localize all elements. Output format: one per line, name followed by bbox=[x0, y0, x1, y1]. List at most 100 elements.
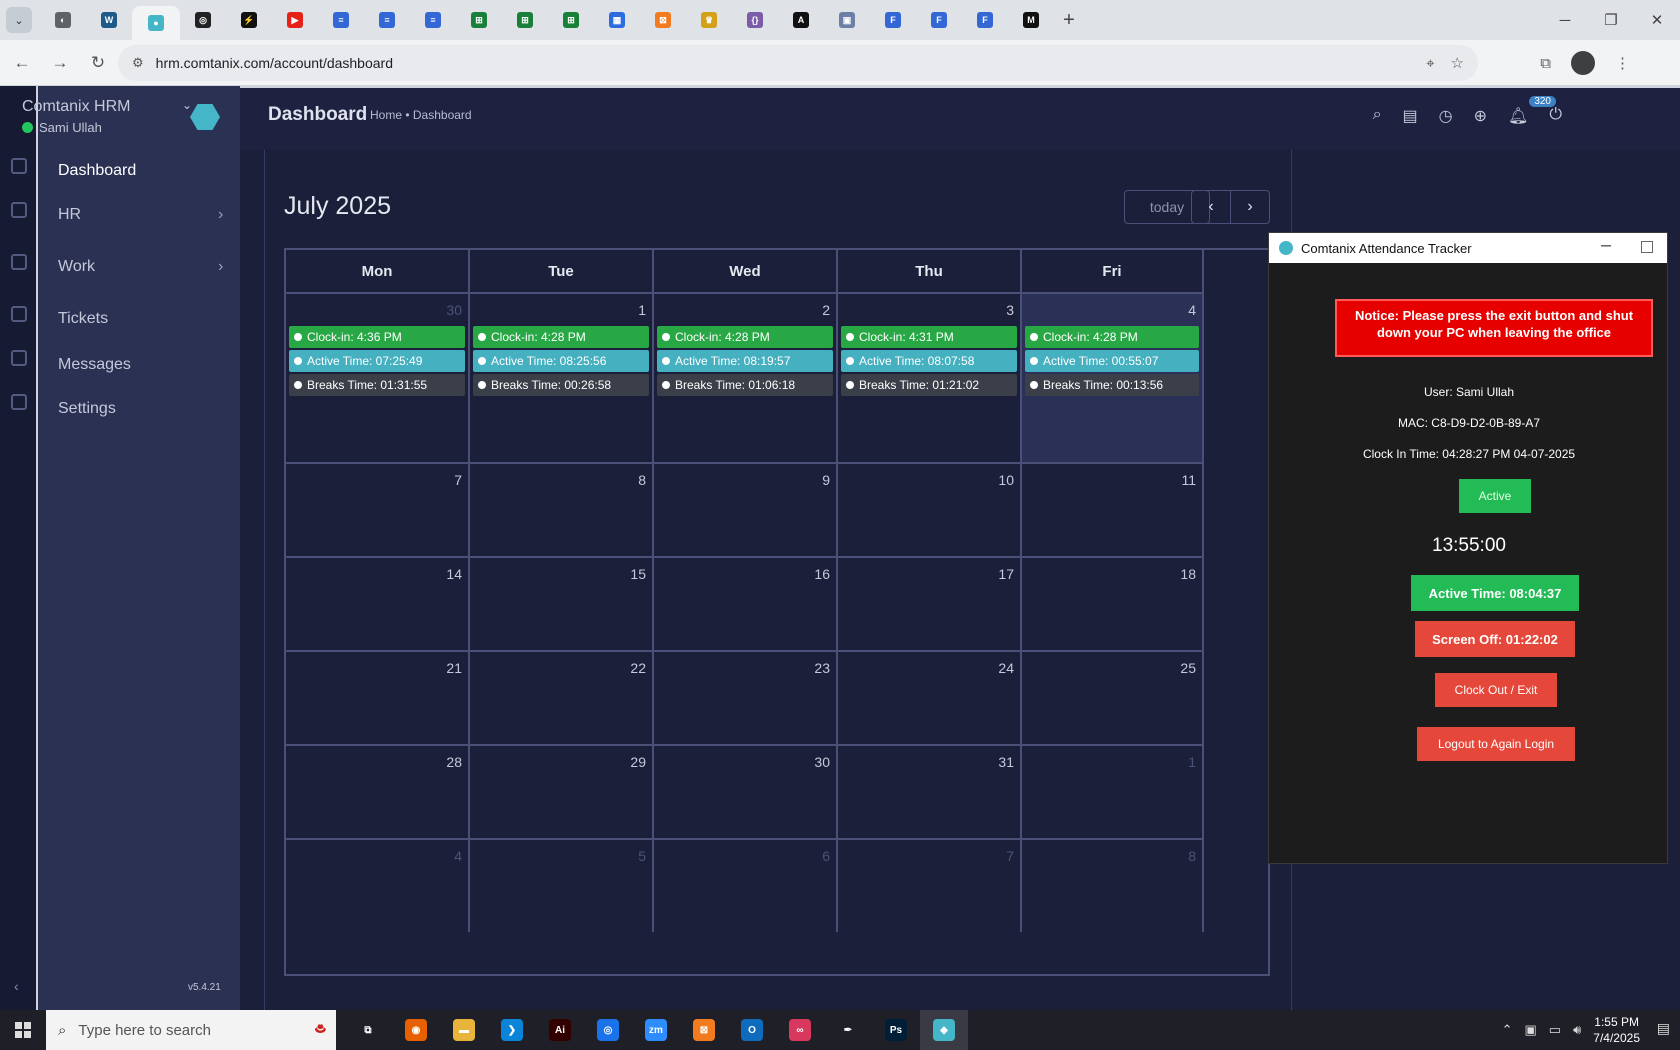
headset-icon[interactable] bbox=[11, 306, 27, 322]
calendar-day-cell[interactable]: 3 Clock-in: 4:31 PM Active Time: 08:07:58 B… bbox=[838, 292, 1022, 462]
browser-tab[interactable]: F bbox=[870, 5, 916, 35]
tray-app-icon[interactable]: ▣ bbox=[1524, 1022, 1536, 1038]
taskbar-app[interactable]: ◎ bbox=[584, 1010, 632, 1050]
new-tab-button[interactable]: + bbox=[1054, 5, 1084, 35]
day-number[interactable]: 9 bbox=[822, 472, 830, 488]
day-number[interactable]: 8 bbox=[638, 472, 646, 488]
calendar-day-cell[interactable]: 5 bbox=[470, 838, 654, 932]
prev-month-button[interactable]: ‹ bbox=[1191, 190, 1231, 224]
active-time-event[interactable]: Active Time: 08:19:57 bbox=[657, 350, 833, 372]
tracker-titlebar[interactable]: Comtanix Attendance Tracker ─ bbox=[1269, 233, 1667, 263]
day-number[interactable]: 30 bbox=[814, 754, 830, 770]
day-number[interactable]: 28 bbox=[446, 754, 462, 770]
browser-tab[interactable]: ⊞ bbox=[548, 5, 594, 35]
address-bar[interactable]: ⚙ hrm.comtanix.com/account/dashboard ⌖ ☆ bbox=[118, 45, 1478, 81]
taskbar-app[interactable]: ✒ bbox=[824, 1010, 872, 1050]
day-number[interactable]: 18 bbox=[1180, 566, 1196, 582]
reload-button[interactable]: ↻ bbox=[82, 47, 114, 79]
taskbar-app[interactable]: ⧉ bbox=[344, 1010, 392, 1050]
power-icon[interactable]: ⏻ bbox=[1549, 106, 1562, 126]
browser-tab[interactable]: {} bbox=[732, 5, 778, 35]
taskbar-clock[interactable]: 1:55 PM 7/4/2025 bbox=[1593, 1014, 1640, 1046]
calendar-day-cell[interactable]: 22 bbox=[470, 650, 654, 744]
network-icon[interactable]: ▭ bbox=[1549, 1022, 1561, 1038]
calendar-day-cell[interactable]: 1 bbox=[1022, 744, 1204, 838]
breaks-time-event[interactable]: Breaks Time: 01:06:18 bbox=[657, 374, 833, 396]
day-number[interactable]: 23 bbox=[814, 660, 830, 676]
browser-tab[interactable]: W bbox=[86, 5, 132, 35]
clock-in-event[interactable]: Clock-in: 4:31 PM bbox=[841, 326, 1017, 348]
extensions-icon[interactable]: ⧉ bbox=[1540, 55, 1551, 72]
tracker-minimize-button[interactable]: ─ bbox=[1601, 237, 1611, 253]
close-window-button[interactable]: ✕ bbox=[1634, 0, 1680, 40]
day-number[interactable]: 15 bbox=[630, 566, 646, 582]
day-number[interactable]: 1 bbox=[1188, 754, 1196, 770]
day-number[interactable]: 6 bbox=[822, 848, 830, 864]
users-icon[interactable] bbox=[11, 202, 27, 218]
calendar-day-cell[interactable]: 17 bbox=[838, 556, 1022, 650]
sidebar-item-tickets[interactable]: Tickets bbox=[58, 310, 108, 328]
calendar-day-cell[interactable]: 9 bbox=[654, 462, 838, 556]
browser-tab[interactable]: ● bbox=[132, 6, 180, 40]
calendar-day-cell[interactable]: 16 bbox=[654, 556, 838, 650]
day-number[interactable]: 31 bbox=[998, 754, 1014, 770]
day-number[interactable]: 8 bbox=[1188, 848, 1196, 864]
calendar-day-cell[interactable]: 8 bbox=[1022, 838, 1204, 932]
browser-tab[interactable]: A bbox=[778, 5, 824, 35]
browser-tab[interactable]: ⊞ bbox=[456, 5, 502, 35]
site-info-icon[interactable]: ⚙ bbox=[132, 55, 144, 71]
chevron-right-icon[interactable]: › bbox=[218, 206, 223, 224]
sidebar-item-work[interactable]: Work bbox=[58, 258, 95, 276]
active-time-event[interactable]: Active Time: 07:25:49 bbox=[289, 350, 465, 372]
breaks-time-event[interactable]: Breaks Time: 00:26:58 bbox=[473, 374, 649, 396]
day-number[interactable]: 4 bbox=[1188, 302, 1196, 318]
forward-button[interactable]: → bbox=[44, 47, 76, 79]
tab-search-button[interactable]: ⌄ bbox=[6, 7, 32, 33]
taskbar-app[interactable]: zm bbox=[632, 1010, 680, 1050]
day-number[interactable]: 4 bbox=[454, 848, 462, 864]
day-number[interactable]: 17 bbox=[998, 566, 1014, 582]
day-number[interactable]: 5 bbox=[638, 848, 646, 864]
home-icon[interactable] bbox=[11, 158, 27, 174]
gear-icon[interactable] bbox=[11, 394, 27, 410]
browser-tab[interactable]: M bbox=[1008, 5, 1054, 35]
clock-in-event[interactable]: Clock-in: 4:28 PM bbox=[473, 326, 649, 348]
taskbar-app[interactable]: ▬ bbox=[440, 1010, 488, 1050]
browser-tab[interactable]: ♛ bbox=[686, 5, 732, 35]
clock-in-event[interactable]: Clock-in: 4:28 PM bbox=[1025, 326, 1199, 348]
active-time-event[interactable]: Active Time: 08:25:56 bbox=[473, 350, 649, 372]
breaks-time-event[interactable]: Breaks Time: 01:31:55 bbox=[289, 374, 465, 396]
chrome-menu-icon[interactable]: ⋮ bbox=[1615, 54, 1630, 72]
day-number[interactable]: 2 bbox=[822, 302, 830, 318]
bookmark-star-icon[interactable]: ☆ bbox=[1451, 54, 1464, 72]
chevron-right-icon[interactable]: › bbox=[218, 258, 223, 276]
clock-icon[interactable]: ◷ bbox=[1439, 106, 1453, 126]
volume-icon[interactable]: 🔊︎ bbox=[1573, 1022, 1581, 1038]
day-number[interactable]: 3 bbox=[1006, 302, 1014, 318]
tracker-maximize-button[interactable] bbox=[1641, 241, 1653, 253]
brand-name[interactable]: Comtanix HRM bbox=[22, 98, 130, 116]
calendar-day-cell[interactable]: 25 bbox=[1022, 650, 1204, 744]
calendar-day-cell[interactable]: 28 bbox=[286, 744, 470, 838]
calendar-day-cell[interactable]: 30 Clock-in: 4:36 PM Active Time: 07:25:49… bbox=[286, 292, 470, 462]
browser-tab[interactable]: ⊞ bbox=[502, 5, 548, 35]
calendar-day-cell[interactable]: 4 bbox=[286, 838, 470, 932]
profile-avatar[interactable] bbox=[1571, 51, 1595, 75]
calendar-day-cell[interactable]: 24 bbox=[838, 650, 1022, 744]
calendar-day-cell[interactable]: 10 bbox=[838, 462, 1022, 556]
calendar-day-cell[interactable]: 4 Clock-in: 4:28 PM Active Time: 00:55:07 B… bbox=[1022, 292, 1204, 462]
calendar-day-cell[interactable]: 7 bbox=[838, 838, 1022, 932]
taskbar-app[interactable]: ❯ bbox=[488, 1010, 536, 1050]
day-number[interactable]: 1 bbox=[638, 302, 646, 318]
browser-tab[interactable]: ▶ bbox=[272, 5, 318, 35]
calendar-day-cell[interactable]: 29 bbox=[470, 744, 654, 838]
day-number[interactable]: 21 bbox=[446, 660, 462, 676]
logout-button[interactable]: Logout to Again Login bbox=[1417, 727, 1575, 761]
bell-icon[interactable]: 🔔︎ bbox=[1508, 106, 1528, 126]
add-icon[interactable]: ⊕ bbox=[1474, 106, 1487, 126]
notes-icon[interactable]: ▤ bbox=[1403, 106, 1418, 126]
sidebar-item-hr[interactable]: HR bbox=[58, 206, 81, 224]
day-number[interactable]: 30 bbox=[446, 302, 462, 318]
calendar-day-cell[interactable]: 6 bbox=[654, 838, 838, 932]
browser-tab[interactable]: ⊠ bbox=[640, 5, 686, 35]
